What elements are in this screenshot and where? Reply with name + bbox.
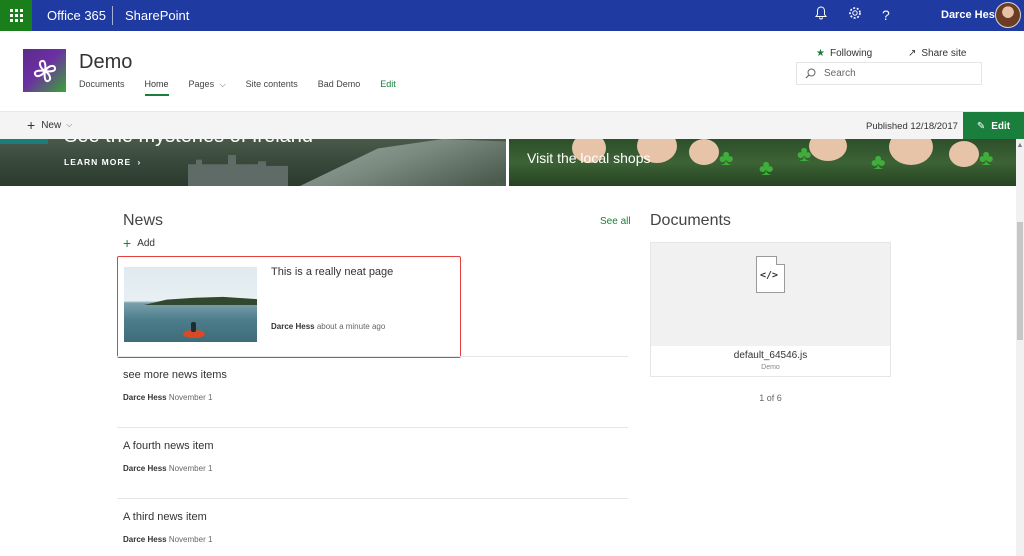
published-status: Published 12/18/2017 — [866, 121, 958, 132]
hero-tile-shops[interactable]: ♣ ♣ ♣ ♣ ♣ Visit the local shops — [509, 139, 1016, 186]
list-item-author: Darce Hess — [123, 535, 167, 544]
user-name[interactable]: Darce Hess — [941, 9, 1001, 21]
pencil-icon: ✎ — [976, 120, 986, 132]
share-icon: ↗ — [908, 48, 917, 59]
hero-castle — [188, 155, 288, 186]
star-icon: ★ — [816, 48, 825, 59]
site-title[interactable]: Demo — [79, 51, 132, 74]
document-name[interactable]: default_64546.js — [651, 350, 890, 361]
document-location: Demo — [761, 364, 780, 371]
plus-icon: + — [123, 235, 132, 251]
hero-tile-ireland[interactable]: See the mysteries of Ireland LEARN MORE … — [0, 139, 506, 186]
thumbnail-shoreline — [144, 296, 257, 305]
scrollbar-thumb[interactable] — [1017, 222, 1023, 340]
document-pager: 1 of 6 — [759, 393, 782, 403]
news-author: Darce Hess — [271, 322, 315, 331]
clover-icon: ♣ — [979, 145, 994, 170]
scroll-up-arrow[interactable]: ▲ — [1016, 139, 1024, 153]
file-fold — [776, 256, 785, 265]
document-card[interactable]: </> default_64546.js Demo — [650, 242, 891, 377]
clover-icon: ♣ — [719, 145, 734, 170]
thumbnail-paddler — [191, 322, 196, 332]
nav-bad-demo[interactable]: Bad Demo — [318, 79, 361, 96]
featured-news-card[interactable]: This is a really neat page Darce Hess ab… — [117, 256, 461, 358]
news-heading: News — [123, 212, 164, 229]
document-preview: </> — [651, 243, 890, 346]
site-logo[interactable] — [23, 49, 66, 92]
gear-icon[interactable] — [848, 6, 862, 25]
list-item-date: November 1 — [168, 393, 213, 402]
see-all-link[interactable]: See all — [600, 216, 631, 227]
scrollbar[interactable] — [1016, 139, 1024, 556]
list-item-meta: Darce Hess November 1 — [123, 535, 212, 544]
waffle-icon[interactable] — [0, 0, 32, 31]
list-item-meta: Darce Hess November 1 — [123, 464, 212, 473]
search-box[interactable]: Search — [796, 62, 982, 85]
list-item-author: Darce Hess — [123, 464, 167, 473]
learn-more-link[interactable]: LEARN MORE › — [64, 157, 141, 167]
list-item-meta: Darce Hess November 1 — [123, 393, 212, 402]
list-item-title[interactable]: A third news item — [123, 511, 207, 523]
plus-icon: + — [27, 117, 36, 133]
clover-icon: ♣ — [759, 155, 774, 180]
bell-icon[interactable] — [815, 6, 827, 25]
list-item-date: November 1 — [168, 464, 213, 473]
help-icon[interactable]: ? — [882, 6, 890, 25]
office365-link[interactable]: Office 365 — [47, 8, 106, 23]
nav-pages-label: Pages — [188, 79, 215, 89]
chevron-down-icon: ⌵ — [219, 80, 226, 89]
following-label: Following — [829, 48, 873, 59]
edit-label: Edit — [991, 120, 1011, 132]
learn-more-label: LEARN MORE — [64, 157, 132, 167]
hero-figure — [949, 141, 979, 167]
command-bar: + New ⌵ Published 12/18/2017 ✎ Edit — [0, 111, 1024, 140]
following-button[interactable]: ★ Following — [816, 48, 872, 59]
nav-site-contents[interactable]: Site contents — [246, 79, 298, 96]
list-item-date: November 1 — [168, 535, 213, 544]
search-icon — [805, 68, 816, 82]
add-news-button[interactable]: + Add — [123, 235, 155, 251]
add-label: Add — [137, 237, 155, 249]
nav-edit-link[interactable]: Edit — [380, 79, 396, 96]
suite-bar: Office 365 SharePoint ? Darce Hess — [0, 0, 1024, 31]
news-time: about a minute ago — [316, 322, 386, 331]
site-nav: Documents Home Pages ⌵ Site contents Bad… — [79, 79, 416, 96]
edit-page-button[interactable]: ✎ Edit — [963, 112, 1024, 140]
list-item-author: Darce Hess — [123, 393, 167, 402]
chevron-down-icon: ⌵ — [66, 120, 73, 129]
avatar[interactable] — [995, 2, 1021, 28]
suite-divider — [112, 6, 113, 25]
hero-figure — [689, 139, 719, 165]
news-thumbnail — [124, 267, 257, 342]
nav-home[interactable]: Home — [144, 79, 169, 96]
share-site-button[interactable]: ↗ Share site — [908, 48, 966, 59]
news-meta: Darce Hess about a minute ago — [271, 322, 385, 331]
divider — [117, 498, 628, 499]
hero-figure — [889, 139, 933, 165]
hero-title: See the mysteries of Ireland — [64, 139, 313, 148]
nav-documents[interactable]: Documents — [79, 79, 125, 96]
list-item-title[interactable]: see more news items — [123, 369, 227, 381]
documents-heading: Documents — [650, 212, 731, 229]
chevron-right-icon: › — [137, 157, 142, 167]
nav-pages[interactable]: Pages ⌵ — [189, 79, 226, 96]
hero-caption: Visit the local shops — [527, 150, 651, 166]
clover-icon: ♣ — [797, 141, 812, 166]
new-label: New — [41, 119, 62, 131]
share-label: Share site — [921, 48, 967, 59]
code-file-icon: </> — [756, 256, 785, 293]
hero-figure — [809, 139, 847, 161]
sharepoint-link[interactable]: SharePoint — [125, 8, 189, 23]
news-headline[interactable]: This is a really neat page — [271, 266, 393, 278]
hero-mountain — [300, 139, 506, 186]
divider — [117, 427, 628, 428]
list-item-title[interactable]: A fourth news item — [123, 440, 214, 452]
divider — [117, 356, 628, 357]
site-header: Demo Documents Home Pages ⌵ Site content… — [0, 31, 1024, 111]
clover-icon: ♣ — [871, 149, 886, 174]
hero-accent — [0, 139, 48, 144]
search-placeholder: Search — [824, 68, 856, 79]
new-button[interactable]: + New ⌵ — [27, 117, 73, 133]
code-glyph: </> — [760, 270, 779, 281]
